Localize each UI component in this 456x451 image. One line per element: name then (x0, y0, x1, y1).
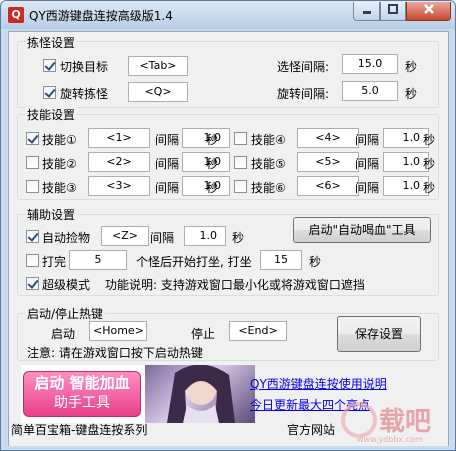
switch-target-key-field[interactable]: <Tab> (128, 56, 188, 76)
stop-hotkey-label: 停止 (191, 327, 216, 341)
select-interval-field[interactable]: 15.0 (342, 54, 398, 74)
sit-count-field[interactable]: 5 (69, 250, 127, 270)
watermark-logo-icon: 载吧 www.ydbbx.com (341, 402, 431, 444)
footer-left-text: 简单百宝箱-键盘连按系列 (11, 423, 148, 437)
auto-pickup-unit: 秒 (232, 231, 245, 245)
skill-4-checkbox[interactable] (234, 132, 247, 145)
window-title: QY西游键盘连按高级版1.4 (29, 9, 173, 23)
usage-guide-link[interactable]: QY西游键盘连按使用说明 (250, 375, 387, 392)
skill-1-interval-label: 间隔 (155, 133, 180, 147)
watermark-text: 载吧 (379, 407, 431, 437)
skill-2-label: 技能② (42, 157, 77, 171)
watermark-url: www.ydbbx.com (357, 435, 423, 444)
ad-line-2: 助手工具 (54, 395, 110, 411)
ad-banner[interactable]: 启动 智能加血 助手工具 (21, 365, 255, 423)
monster-legend: 拣怪设置 (25, 34, 78, 51)
minimize-button[interactable] (353, 2, 380, 21)
skill-2-interval-label: 间隔 (155, 157, 180, 171)
sit-checkbox[interactable] (26, 254, 39, 267)
skill-5-key-field[interactable]: <5> (297, 152, 359, 172)
title-bar[interactable]: Q QY西游键盘连按高级版1.4 (1, 1, 455, 29)
rotate-monster-checkbox[interactable] (43, 86, 56, 99)
skill-6-key-field[interactable]: <6> (297, 176, 359, 196)
start-hotkey-label: 启动 (51, 327, 76, 341)
close-icon (423, 4, 434, 14)
skill-1-unit: 秒 (206, 133, 219, 147)
main-panel: 拣怪设置 切换目标 <Tab> 选怪间隔: 15.0 秒 旋转拣怪 <Q> 旋转… (8, 31, 449, 446)
auto-pickup-key-field[interactable]: <Z> (101, 226, 149, 246)
skill-6-label: 技能⑥ (251, 181, 286, 195)
sit-unit: 秒 (309, 255, 322, 269)
skill-1-key-field[interactable]: <1> (88, 128, 150, 148)
sit-mid-text: 个怪后开始打坐, 打坐 (136, 255, 252, 269)
character-art-icon (167, 365, 235, 423)
skills-legend: 技能设置 (25, 106, 78, 123)
skill-3-key-field[interactable]: <3> (88, 176, 150, 196)
official-site-link[interactable]: 官方网站 (287, 421, 335, 438)
select-interval-unit: 秒 (405, 60, 418, 74)
auto-drink-tool-button[interactable]: 启动"自动喝血"工具 (293, 217, 431, 243)
skill-4-label: 技能④ (251, 133, 286, 147)
switch-target-checkbox[interactable] (43, 59, 56, 72)
skill-1-label: 技能① (42, 133, 77, 147)
skill-2-key-field[interactable]: <2> (88, 152, 150, 172)
super-mode-description: 功能说明: 支持游戏窗口最小化或将游戏窗口遮挡 (105, 278, 365, 292)
skill-5-label: 技能⑤ (251, 157, 286, 171)
skill-3-interval-label: 间隔 (155, 181, 180, 195)
auto-pickup-label: 自动捡物 (42, 231, 91, 245)
site-watermark: 载吧 www.ydbbx.com (339, 400, 449, 446)
close-button[interactable] (406, 2, 451, 21)
skill-5-unit: 秒 (423, 157, 436, 171)
skill-3-unit: 秒 (206, 181, 219, 195)
ad-line-1: 启动 智能加血 (34, 374, 130, 392)
maximize-icon (388, 4, 398, 14)
sit-duration-field[interactable]: 15 (260, 250, 302, 270)
app-window: Q QY西游键盘连按高级版1.4 拣怪设置 切换目标 <Tab> 选怪间隔: 1… (0, 0, 456, 451)
hotkey-note: 注意: 请在游戏窗口按下启动热键 (27, 346, 203, 360)
select-interval-label: 选怪间隔: (277, 60, 330, 74)
skill-6-unit: 秒 (423, 181, 436, 195)
skill-4-interval-label: 间隔 (355, 133, 380, 147)
rotate-interval-unit: 秒 (405, 87, 418, 101)
hotkeys-legend: 启动/停止热键 (25, 305, 106, 322)
save-settings-button[interactable]: 保存设置 (337, 316, 421, 352)
skill-6-checkbox[interactable] (234, 180, 247, 193)
stop-hotkey-field[interactable]: <End> (229, 321, 287, 341)
auto-pickup-checkbox[interactable] (26, 230, 39, 243)
rotate-interval-field[interactable]: 5.0 (342, 81, 398, 101)
sit-label: 打完 (42, 255, 67, 269)
skill-5-interval-label: 间隔 (355, 157, 380, 171)
rotate-interval-label: 旋转间隔: (277, 87, 330, 101)
app-icon: Q (8, 7, 24, 23)
skill-4-key-field[interactable]: <4> (297, 128, 359, 148)
skill-4-unit: 秒 (423, 133, 436, 147)
skill-3-label: 技能③ (42, 181, 77, 195)
ad-character-image (145, 365, 255, 423)
skill-2-checkbox[interactable] (26, 156, 39, 169)
skill-3-checkbox[interactable] (26, 180, 39, 193)
skill-2-unit: 秒 (206, 157, 219, 171)
aux-legend: 辅助设置 (25, 206, 78, 223)
smart-heal-ad[interactable]: 启动 智能加血 助手工具 (23, 371, 141, 417)
super-mode-label: 超级模式 (42, 278, 91, 292)
rotate-monster-label: 旋转拣怪 (60, 87, 109, 101)
skill-6-interval-label: 间隔 (355, 181, 380, 195)
switch-target-label: 切换目标 (60, 60, 109, 74)
rotate-monster-key-field[interactable]: <Q> (128, 82, 188, 102)
skill-5-checkbox[interactable] (234, 156, 247, 169)
minimize-icon (362, 11, 371, 14)
maximize-button[interactable] (380, 2, 406, 21)
auto-pickup-interval-label: 间隔 (150, 231, 175, 245)
auto-pickup-interval-field[interactable]: 1.0 (184, 226, 226, 246)
skill-1-checkbox[interactable] (26, 132, 39, 145)
start-hotkey-field[interactable]: <Home> (89, 321, 147, 341)
super-mode-checkbox[interactable] (26, 277, 39, 290)
